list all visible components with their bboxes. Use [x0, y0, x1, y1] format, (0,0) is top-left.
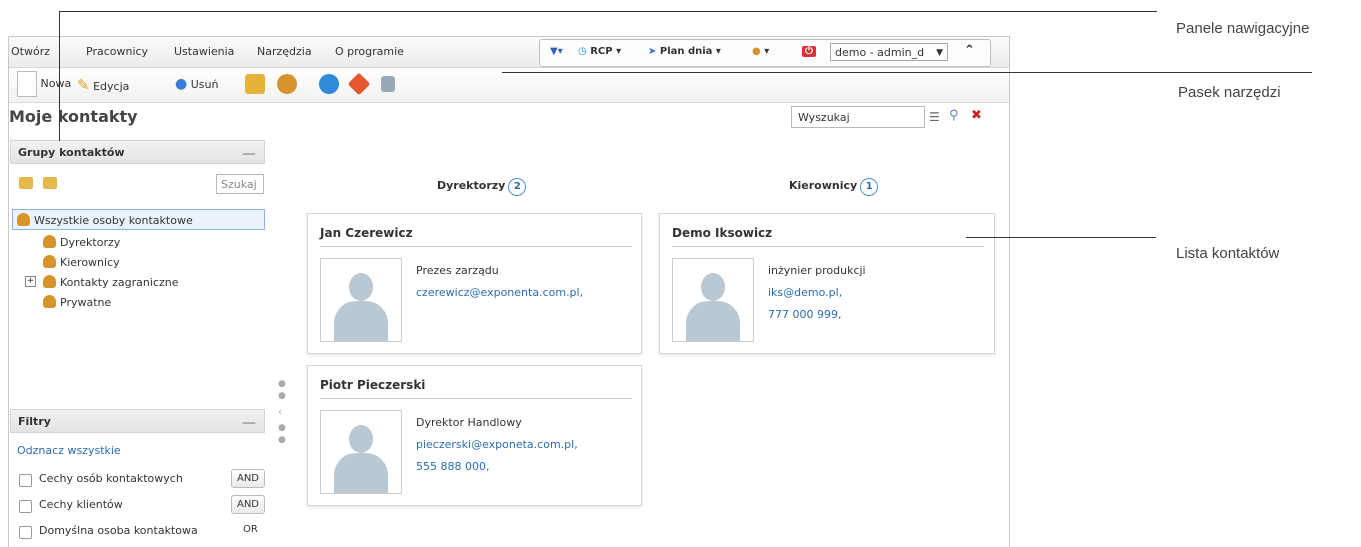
callout-line-nav: [59, 11, 1157, 12]
tree-item-managers[interactable]: Kierownicy: [43, 255, 120, 269]
expand-icon[interactable]: +: [25, 276, 36, 287]
contact-role: inżynier produkcji: [768, 264, 866, 277]
avatar: [320, 258, 402, 342]
flag-icon: ➤: [648, 46, 657, 57]
contact-name: Demo Iksowicz: [672, 226, 773, 240]
logout-icon[interactable]: ⏻: [802, 46, 816, 57]
contact-card[interactable]: Demo Iksowicz inżynier produkcji iks@dem…: [659, 213, 995, 354]
filter-checkbox[interactable]: [19, 526, 32, 539]
remove-group-icon[interactable]: [43, 177, 57, 189]
contact-card[interactable]: Piotr Pieczerski Dyrektor Handlowy piecz…: [307, 365, 642, 506]
filters-panel-header[interactable]: Filtry —: [10, 409, 265, 433]
callout-toolbar: Pasek narzędzi: [1178, 84, 1281, 101]
clock-icon: ◷: [578, 46, 587, 57]
user-icon: ●: [752, 46, 761, 57]
callout-line-contacts: [966, 237, 1156, 238]
contacts-icon[interactable]: [277, 74, 297, 94]
contact-name: Jan Czerewicz: [320, 226, 413, 240]
divider: [672, 246, 984, 247]
group-icon: [43, 295, 56, 308]
filter-label: Cechy klientów: [39, 498, 123, 511]
new-button[interactable]: Nowa: [17, 71, 71, 97]
edit-button[interactable]: ✎ Edycja: [77, 76, 129, 94]
rcp-button[interactable]: ◷ RCP ▾: [578, 46, 621, 57]
contact-phone[interactable]: 555 888 000,: [416, 460, 489, 473]
search-input[interactable]: Wyszukaj: [791, 106, 925, 128]
filter-checkbox[interactable]: [19, 474, 32, 487]
menu-open[interactable]: Otwórz: [11, 45, 50, 58]
callout-line-nav-vertical: [59, 11, 60, 141]
count-badge: 1: [860, 178, 879, 196]
menu-employees[interactable]: Pracownicy: [86, 45, 148, 58]
uncheck-all-link[interactable]: Odznacz wszystkie: [17, 444, 121, 457]
search-icon[interactable]: ⚲: [949, 108, 959, 123]
callout-line-toolbar: [502, 72, 1312, 73]
filter-label: Domyślna osoba kontaktowa: [39, 524, 198, 537]
contact-phone[interactable]: 777 000 999,: [768, 308, 841, 321]
menu-bar: Otwórz Pracownicy Ustawienia Narzędzia O…: [9, 37, 1009, 68]
tree-item-private[interactable]: Prywatne: [43, 295, 111, 309]
group-icon: [17, 213, 30, 226]
column-header-managers: Kierownicy 1: [789, 178, 879, 196]
menu-settings[interactable]: Ustawienia: [174, 45, 234, 58]
collapse-icon[interactable]: —: [242, 143, 256, 166]
count-badge: 2: [508, 178, 527, 196]
menu-tools[interactable]: Narzędzia: [257, 45, 312, 58]
top-quick-bar: ▼▾ ◷ RCP ▾ ➤ Plan dnia ▾ ● ▾ ⏻ demo - ad…: [539, 39, 991, 67]
contact-card[interactable]: Jan Czerewicz Prezes zarządu czerewicz@e…: [307, 213, 642, 354]
pin-icon[interactable]: ▼▾: [550, 46, 563, 57]
contact-email[interactable]: pieczerski@exponeta.com.pl,: [416, 438, 578, 451]
tree-item-directors[interactable]: Dyrektorzy: [43, 235, 120, 249]
contact-role: Dyrektor Handlowy: [416, 416, 522, 429]
callout-nav-panels: Panele nawigacyjne: [1176, 20, 1310, 37]
contact-role: Prezes zarządu: [416, 264, 499, 277]
add-group-icon[interactable]: [19, 177, 33, 189]
group-icon: [43, 275, 56, 288]
filter-label: Cechy osób kontaktowych: [39, 472, 183, 485]
delete-button[interactable]: ● Usuń: [175, 76, 218, 92]
filter-operator-button[interactable]: AND: [231, 469, 265, 488]
collapse-up-icon[interactable]: ⌃: [964, 43, 975, 58]
close-icon[interactable]: ✖: [971, 108, 982, 123]
avatar: [672, 258, 754, 342]
page-title: Moje kontakty: [9, 107, 138, 126]
contact-email[interactable]: czerewicz@exponenta.com.pl,: [416, 286, 583, 299]
filter-checkbox[interactable]: [19, 500, 32, 513]
divider: [320, 398, 632, 399]
tree-item-foreign-contacts[interactable]: Kontakty zagraniczne: [43, 275, 178, 289]
filter-operator-button[interactable]: AND: [231, 495, 265, 514]
filter-operator-button[interactable]: OR: [243, 524, 258, 535]
collapse-icon[interactable]: —: [242, 412, 256, 435]
group-icon: [43, 255, 56, 268]
contact-name: Piotr Pieczerski: [320, 378, 426, 392]
user-menu-button[interactable]: ● ▾: [752, 46, 769, 57]
application-window: Otwórz Pracownicy Ustawienia Narzędzia O…: [8, 36, 1010, 547]
menu-about[interactable]: O programie: [335, 45, 404, 58]
refresh-icon[interactable]: [319, 74, 339, 94]
address-book-icon[interactable]: [245, 74, 265, 94]
pencil-icon: ✎: [77, 76, 90, 94]
delete-user-icon: ●: [175, 76, 188, 92]
callout-contact-list: Lista kontaktów: [1176, 245, 1280, 262]
panel-splitter[interactable]: ● ● ‹ ● ●: [275, 379, 289, 459]
divider: [320, 246, 632, 247]
filter-list-icon[interactable]: ☰: [929, 110, 940, 124]
new-document-icon: [17, 71, 37, 97]
group-search-input[interactable]: Szukaj: [216, 174, 264, 194]
contact-email[interactable]: iks@demo.pl,: [768, 286, 842, 299]
map-icon[interactable]: [347, 72, 371, 96]
group-icon: [43, 235, 56, 248]
database-icon[interactable]: [381, 76, 395, 92]
plan-button[interactable]: ➤ Plan dnia ▾: [648, 46, 721, 57]
avatar: [320, 410, 402, 494]
tree-item-all-contacts[interactable]: Wszystkie osoby kontaktowe: [17, 213, 193, 227]
toolbar: Nowa ✎ Edycja ● Usuń: [9, 68, 1009, 103]
column-header-directors: Dyrektorzy 2: [437, 178, 527, 196]
chevron-down-icon: ▼: [936, 48, 943, 58]
user-select[interactable]: demo - admin_d ▼: [830, 43, 948, 61]
groups-panel-header[interactable]: Grupy kontaktów —: [10, 140, 265, 164]
